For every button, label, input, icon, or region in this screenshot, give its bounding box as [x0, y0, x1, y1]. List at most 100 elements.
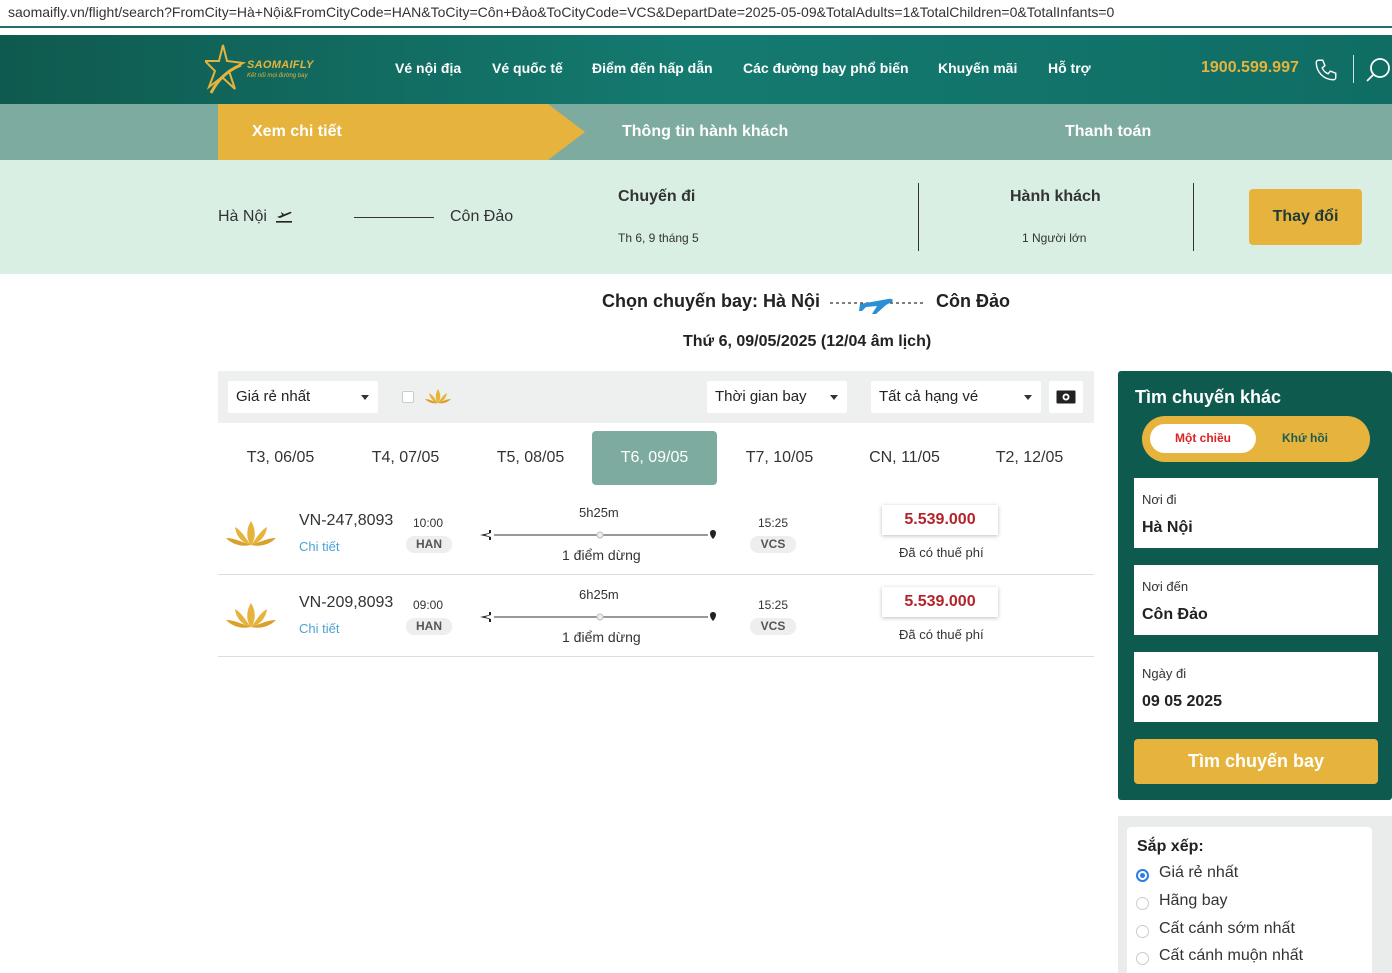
summary-divider — [1193, 183, 1194, 251]
sort-box: Sắp xếp: Giá rẻ nhất Hãng bay Cất cánh s… — [1118, 816, 1392, 973]
nav-support[interactable]: Hỗ trợ — [1048, 60, 1091, 76]
summary-to-city: Côn Đảo — [450, 208, 514, 225]
flight-price[interactable]: 5.539.000 — [882, 587, 998, 617]
flight-row[interactable]: VN-247,8093 Chi tiết 10:00 HAN 5h25m 1 đ… — [218, 493, 1094, 575]
sort-options: Sắp xếp: Giá rẻ nhất Hãng bay Cất cánh s… — [1127, 827, 1372, 973]
change-search-button[interactable]: Thay đổi — [1249, 189, 1362, 245]
trip-heading: Chuyến đi — [618, 188, 696, 205]
phone-icon[interactable] — [1313, 57, 1339, 83]
tax-note: Đã có thuế phí — [899, 627, 984, 642]
ticket-class-select-value: Tất cả hạng vé — [879, 388, 979, 405]
route-title-from: Chọn chuyến bay: Hà Nội — [602, 291, 821, 311]
ticket-class-select[interactable]: Tất cả hạng vé — [871, 381, 1041, 413]
airline-filter-checkbox[interactable] — [402, 391, 414, 403]
vietnam-airlines-lotus-icon — [226, 521, 276, 546]
search-panel-title: Tìm chuyến khác — [1135, 387, 1282, 407]
route-line — [354, 217, 434, 218]
chevron-down-icon — [1024, 395, 1032, 400]
to-label: Nơi đến — [1142, 579, 1189, 594]
date-tab[interactable]: T7, 10/05 — [717, 431, 842, 485]
nav-promotions[interactable]: Khuyến mãi — [938, 60, 1017, 76]
departure-airport-code: HAN — [406, 536, 452, 553]
sort-select-value: Giá rẻ nhất — [236, 388, 311, 405]
flight-detail-link[interactable]: Chi tiết — [299, 621, 339, 636]
flight-stops: 1 điểm dừng — [562, 547, 641, 563]
departure-time: 09:00 — [413, 598, 444, 612]
chevron-down-icon — [361, 395, 369, 400]
flight-number: VN-247,8093 — [299, 512, 394, 529]
step-view-details: Xem chi tiết — [252, 123, 342, 140]
trip-date: Th 6, 9 tháng 5 — [618, 231, 699, 245]
one-way-option[interactable]: Một chiều — [1150, 424, 1256, 453]
vietnam-airlines-lotus-icon — [425, 389, 451, 404]
brand-name: SAOMAIFLY — [247, 59, 314, 71]
depart-date-label: Ngày đi — [1142, 666, 1187, 681]
flight-track — [480, 530, 716, 540]
flight-stops: 1 điểm dừng — [562, 629, 641, 645]
date-tabs: T3, 06/05 T4, 07/05 T5, 08/05 T6, 09/05 … — [218, 431, 1094, 485]
airplane-route-icon — [830, 298, 926, 314]
to-field[interactable]: Nơi đến Côn Đảo — [1134, 565, 1378, 635]
to-value: Côn Đảo — [1142, 606, 1208, 623]
depart-date-value: 09 05 2025 — [1142, 693, 1223, 710]
sort-select[interactable]: Giá rẻ nhất — [228, 381, 378, 413]
flight-duration: 6h25m — [579, 587, 619, 602]
star-logo-icon — [205, 44, 247, 94]
price-toggle-button[interactable] — [1049, 381, 1083, 413]
search-summary: Hà Nội Côn Đảo Chuyến đi Th 6, 9 tháng 5… — [0, 160, 1392, 274]
from-label: Nơi đi — [1142, 492, 1177, 507]
sort-title: Sắp xếp: — [1137, 838, 1204, 855]
nav-international[interactable]: Vé quốc tế — [492, 60, 563, 76]
brand-tagline: Kết nối mọi đường bay — [247, 73, 308, 79]
selected-date-title: Thứ 6, 09/05/2025 (12/04 âm lịch) — [683, 333, 932, 350]
flight-time-select-value: Thời gian bay — [715, 388, 807, 405]
search-flights-button[interactable]: Tìm chuyến bay — [1134, 739, 1378, 784]
from-value: Hà Nội — [1142, 519, 1193, 536]
nav-destinations[interactable]: Điểm đến hấp dẫn — [592, 60, 713, 76]
sort-radio-cheapest[interactable] — [1136, 869, 1149, 882]
date-tab[interactable]: CN, 11/05 — [842, 431, 967, 485]
pax-heading: Hành khách — [1010, 188, 1101, 205]
depart-date-field[interactable]: Ngày đi 09 05 2025 — [1134, 652, 1378, 722]
site-header: SAOMAIFLY Kết nối mọi đường bay Vé nội đ… — [0, 35, 1392, 104]
sort-label-earliest[interactable]: Cất cánh sớm nhất — [1159, 920, 1295, 938]
sort-label-latest[interactable]: Cất cánh muộn nhất — [1159, 947, 1303, 965]
date-tab[interactable]: T5, 08/05 — [468, 431, 593, 485]
flight-detail-link[interactable]: Chi tiết — [299, 539, 339, 554]
flight-row[interactable]: VN-209,8093 Chi tiết 09:00 HAN 6h25m 1 đ… — [218, 575, 1094, 657]
departure-airport-code: HAN — [406, 618, 452, 635]
round-trip-option[interactable]: Khứ hồi — [1282, 424, 1328, 453]
address-url[interactable]: saomaifly.vn/flight/search?FromCity=Hà+N… — [8, 4, 1114, 20]
flight-number: VN-209,8093 — [299, 594, 394, 611]
arrival-time: 15:25 — [758, 598, 789, 612]
sort-radio-latest[interactable] — [1136, 952, 1149, 965]
sort-label-airline[interactable]: Hãng bay — [1159, 892, 1228, 910]
address-bar[interactable]: saomaifly.vn/flight/search?FromCity=Hà+N… — [0, 0, 1392, 28]
sort-radio-earliest[interactable] — [1136, 925, 1149, 938]
summary-from-city: Hà Nội — [218, 208, 267, 225]
flight-time-select[interactable]: Thời gian bay — [707, 381, 847, 413]
chevron-down-icon — [830, 395, 838, 400]
date-tab[interactable]: T2, 12/05 — [967, 431, 1092, 485]
site-logo[interactable]: SAOMAIFLY Kết nối mọi đường bay — [205, 43, 320, 99]
arrival-time: 15:25 — [758, 516, 789, 530]
from-field[interactable]: Nơi đi Hà Nội — [1134, 478, 1378, 548]
arrival-airport-code: VCS — [750, 536, 796, 553]
pax-count: 1 Người lớn — [1022, 231, 1087, 245]
trip-type-toggle: Một chiều Khứ hồi — [1142, 416, 1370, 462]
step-payment: Thanh toán — [1065, 123, 1152, 140]
flight-price[interactable]: 5.539.000 — [882, 505, 998, 535]
booking-steps: Xem chi tiết Thông tin hành khách Thanh … — [0, 104, 1392, 160]
hotline-number[interactable]: 1900.599.997 — [1201, 59, 1299, 77]
date-tab[interactable]: T4, 07/05 — [343, 431, 468, 485]
header-divider — [1353, 55, 1354, 83]
nav-domestic[interactable]: Vé nội địa — [395, 60, 461, 76]
nav-popular-routes[interactable]: Các đường bay phổ biến — [743, 60, 909, 76]
tax-note: Đã có thuế phí — [899, 545, 984, 560]
search-icon[interactable] — [1366, 57, 1392, 83]
date-tab-active[interactable]: T6, 09/05 — [592, 431, 717, 485]
sort-radio-airline[interactable] — [1136, 897, 1149, 910]
route-title-to: Côn Đảo — [936, 291, 1010, 311]
date-tab[interactable]: T3, 06/05 — [218, 431, 343, 485]
sort-label-cheapest[interactable]: Giá rẻ nhất — [1159, 864, 1238, 882]
